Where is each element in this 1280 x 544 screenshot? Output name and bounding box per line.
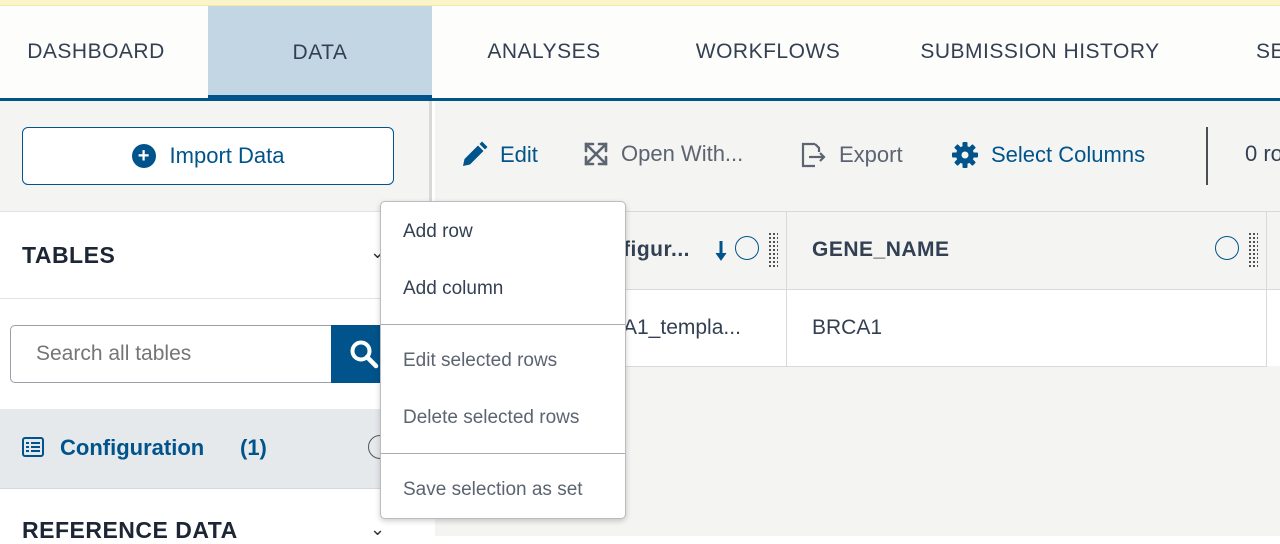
reference-data-section-header[interactable]: REFERENCE DATA ⌄ bbox=[0, 489, 432, 543]
column-header-gene-name[interactable]: GENE_NAME bbox=[787, 212, 1267, 290]
open-with-button[interactable]: Open With... bbox=[583, 141, 743, 167]
table-search bbox=[0, 299, 432, 409]
export-button[interactable]: Export bbox=[799, 141, 903, 169]
table-toolbar: Edit Open With... Export Select Columns … bbox=[435, 101, 1280, 211]
toolbar-divider bbox=[1206, 127, 1208, 185]
export-file-icon bbox=[801, 142, 826, 168]
main-nav-tabs: DASHBOARD DATA ANALYSES WORKFLOWS SUBMIS… bbox=[0, 6, 1280, 101]
column-menu-icon[interactable] bbox=[735, 236, 759, 260]
configuration-count: (1) bbox=[240, 435, 267, 460]
tab-dashboard[interactable]: DASHBOARD bbox=[0, 6, 192, 98]
table-cell[interactable]: BRCA1 bbox=[787, 290, 1267, 367]
tab-data[interactable]: DATA bbox=[208, 6, 432, 101]
search-tables-input[interactable] bbox=[10, 325, 332, 383]
expand-arrows-icon bbox=[584, 142, 608, 166]
resize-handle[interactable] bbox=[1248, 232, 1258, 268]
row-count: 0 ro bbox=[1245, 141, 1280, 167]
edit-button[interactable]: Edit bbox=[460, 141, 538, 169]
tab-settings-truncated[interactable]: SE bbox=[1238, 6, 1280, 98]
menu-item-edit-selected-rows[interactable]: Edit selected rows bbox=[403, 350, 557, 372]
column-header-next bbox=[1267, 212, 1280, 290]
cell-text: BRCA1 bbox=[812, 316, 883, 339]
resize-handle[interactable] bbox=[768, 232, 778, 268]
edit-label: Edit bbox=[500, 142, 538, 167]
menu-divider bbox=[381, 453, 625, 454]
open-with-label: Open With... bbox=[621, 141, 744, 166]
menu-item-save-selection-as-set[interactable]: Save selection as set bbox=[403, 479, 583, 501]
import-data-button[interactable]: + Import Data bbox=[22, 127, 394, 185]
sidebar-item-configuration[interactable]: Configuration (1) bbox=[0, 409, 432, 489]
tables-title: TABLES bbox=[22, 242, 116, 268]
pencil-icon bbox=[463, 141, 488, 166]
menu-item-add-column[interactable]: Add column bbox=[403, 278, 503, 300]
tab-analyses[interactable]: ANALYSES bbox=[452, 6, 636, 98]
row-count-label: 0 ro bbox=[1245, 141, 1280, 166]
tab-submission-history[interactable]: SUBMISSION HISTORY bbox=[900, 6, 1180, 98]
menu-divider bbox=[381, 324, 625, 325]
configuration-label: Configuration bbox=[60, 435, 205, 460]
tables-section-header[interactable]: TABLES ⌄ bbox=[0, 211, 432, 299]
sort-descending-icon[interactable] bbox=[715, 240, 727, 262]
chevron-down-icon[interactable]: ⌄ bbox=[370, 519, 385, 540]
import-data-label: Import Data bbox=[169, 143, 285, 168]
tab-workflows[interactable]: WORKFLOWS bbox=[666, 6, 870, 98]
context-menu: Add row Add column Edit selected rows De… bbox=[380, 201, 626, 519]
data-sidebar: + Import Data TABLES ⌄ Configuration (1) bbox=[0, 101, 432, 543]
reference-data-title: REFERENCE DATA bbox=[22, 517, 238, 543]
export-label: Export bbox=[839, 142, 903, 167]
column-header-label: GENE_NAME bbox=[812, 238, 950, 261]
list-icon bbox=[22, 437, 44, 457]
column-header-label: figur... bbox=[623, 238, 690, 261]
gear-icon bbox=[952, 142, 978, 168]
select-columns-label: Select Columns bbox=[991, 142, 1146, 167]
menu-item-delete-selected-rows[interactable]: Delete selected rows bbox=[403, 407, 579, 429]
menu-item-add-row[interactable]: Add row bbox=[403, 221, 473, 243]
cell-text: A1_templa... bbox=[623, 316, 741, 339]
plus-circle-icon: + bbox=[131, 144, 156, 168]
column-menu-icon[interactable] bbox=[1215, 236, 1239, 260]
select-columns-button[interactable]: Select Columns bbox=[951, 141, 1145, 169]
search-icon bbox=[350, 340, 379, 369]
